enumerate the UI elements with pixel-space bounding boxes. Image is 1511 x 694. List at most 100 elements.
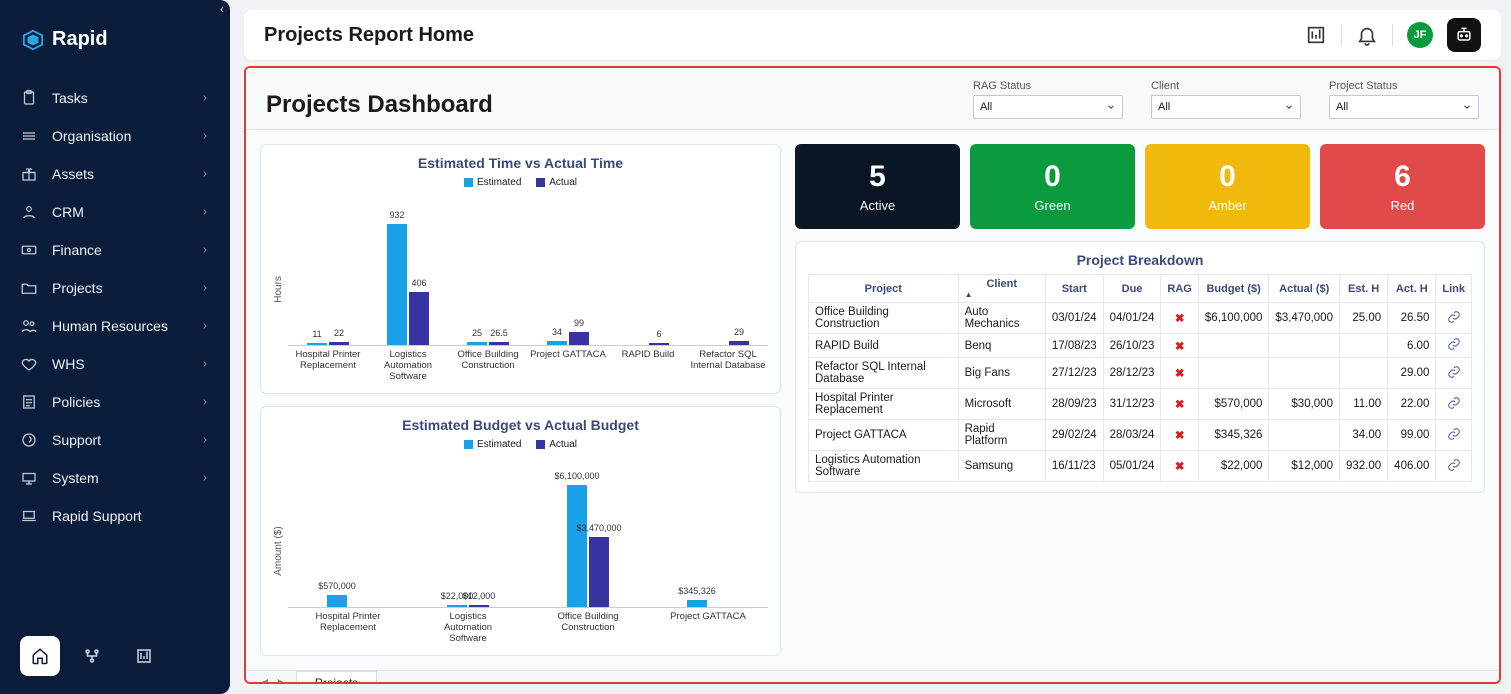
row-link-icon[interactable] [1436, 303, 1472, 334]
sidebar-item-label: CRM [52, 204, 186, 220]
table-header-start[interactable]: Start [1045, 275, 1103, 303]
dashboard-title: Projects Dashboard [266, 91, 493, 119]
table-header-due[interactable]: Due [1103, 275, 1161, 303]
sidebar-item-label: Finance [52, 242, 186, 258]
x-axis-label: Logistics Automation Software [428, 612, 508, 645]
row-link-icon[interactable] [1436, 358, 1472, 389]
sidebar-item-rapid-support[interactable]: Rapid Support [0, 497, 230, 535]
legend-actual: Actual [536, 177, 577, 188]
table-row[interactable]: Logistics Automation Software Samsung 16… [809, 451, 1472, 482]
filter-rag-status[interactable]: All [973, 95, 1123, 119]
project-breakdown-card: Project Breakdown ProjectClient▲StartDue… [795, 241, 1485, 493]
sidebar-item-policies[interactable]: Policies [0, 383, 230, 421]
row-link-icon[interactable] [1436, 420, 1472, 451]
chevron-down-icon [1284, 102, 1294, 112]
table-row[interactable]: Hospital Printer Replacement Microsoft 2… [809, 389, 1472, 420]
sidebar-item-whs[interactable]: WHS [0, 345, 230, 383]
tab-prev-button[interactable]: ◄ [260, 677, 270, 684]
stat-tile-amber[interactable]: 0 Amber [1145, 144, 1310, 229]
filter-client[interactable]: All [1151, 95, 1301, 119]
sidebar-footer [0, 618, 230, 694]
chart-title: Estimated Time vs Actual Time [273, 155, 768, 171]
bell-icon[interactable] [1356, 24, 1378, 46]
sidebar-item-projects[interactable]: Projects [0, 269, 230, 307]
tab-next-button[interactable]: ► [276, 677, 286, 684]
sidebar-item-label: System [52, 470, 186, 486]
filter-value: All [1158, 101, 1170, 113]
rag-status-icon: ✖ [1161, 334, 1198, 358]
table-row[interactable]: Office Building Construction Auto Mechan… [809, 303, 1472, 334]
table-header-est-h[interactable]: Est. H [1339, 275, 1387, 303]
main-area: Projects Report Home JF Projects Dashboa… [230, 0, 1511, 694]
bar-group: $6,100,000 $3,470,000 [567, 485, 609, 607]
sidebar-item-support[interactable]: Support [0, 421, 230, 459]
sidebar-item-system[interactable]: System [0, 459, 230, 497]
sidebar-item-tasks[interactable]: Tasks [0, 79, 230, 117]
bar-estimated: 932 [387, 224, 407, 345]
sidebar-collapse-button[interactable]: ‹ [220, 2, 224, 16]
assistant-button[interactable] [1447, 18, 1481, 52]
tile-label: Active [795, 198, 960, 213]
brand-logo[interactable]: Rapid [0, 18, 230, 79]
filter-value: All [980, 101, 992, 113]
hierarchy-view-button[interactable] [72, 636, 112, 676]
tile-label: Red [1320, 198, 1485, 213]
table-header-link[interactable]: Link [1436, 275, 1472, 303]
row-link-icon[interactable] [1436, 451, 1472, 482]
x-axis-label: Hospital Printer Replacement [308, 612, 388, 645]
y-axis-label: Hours [273, 196, 284, 383]
rag-status-icon: ✖ [1161, 358, 1198, 389]
table-header-rag[interactable]: RAG [1161, 275, 1198, 303]
table-header-project[interactable]: Project [809, 275, 959, 303]
chevron-right-icon [200, 169, 210, 179]
filter-project-status[interactable]: All [1329, 95, 1479, 119]
row-link-icon[interactable] [1436, 334, 1472, 358]
sidebar-item-human-resources[interactable]: Human Resources [0, 307, 230, 345]
home-view-button[interactable] [20, 636, 60, 676]
tile-value: 5 [795, 160, 960, 194]
sidebar-item-label: Human Resources [52, 318, 186, 334]
filter-label: Project Status [1329, 80, 1479, 92]
table-header-client[interactable]: Client▲ [958, 275, 1045, 303]
bar-group: 25 26.5 [467, 342, 509, 345]
sidebar-item-organisation[interactable]: Organisation [0, 117, 230, 155]
chevron-right-icon [200, 283, 210, 293]
clipboard-icon [20, 89, 38, 107]
rag-status-icon: ✖ [1161, 389, 1198, 420]
stat-tile-active[interactable]: 5 Active [795, 144, 960, 229]
sidebar-item-assets[interactable]: Assets [0, 155, 230, 193]
system-icon [20, 469, 38, 487]
filter-value: All [1336, 101, 1348, 113]
report-view-button[interactable] [124, 636, 164, 676]
bar-actual: 6 [649, 343, 669, 345]
sidebar-item-label: Assets [52, 166, 186, 182]
x-axis-label: Refactor SQL Internal Database [688, 350, 768, 383]
legend-actual: Actual [536, 439, 577, 450]
brand-name: Rapid [52, 28, 108, 51]
filter-label: Client [1151, 80, 1301, 92]
bottom-tabs: ◄ ► Projects [246, 670, 1499, 684]
sidebar-item-label: WHS [52, 356, 186, 372]
table-header-budget-[interactable]: Budget ($) [1198, 275, 1269, 303]
tab-projects[interactable]: Projects [296, 671, 377, 684]
sidebar-item-finance[interactable]: Finance [0, 231, 230, 269]
x-axis-label: RAPID Build [608, 350, 688, 383]
table-row[interactable]: RAPID Build Benq 17/08/23 26/10/23 ✖ 6.0… [809, 334, 1472, 358]
table-header-act-h[interactable]: Act. H [1388, 275, 1436, 303]
table-row[interactable]: Refactor SQL Internal Database Big Fans … [809, 358, 1472, 389]
stat-tile-green[interactable]: 0 Green [970, 144, 1135, 229]
row-link-icon[interactable] [1436, 389, 1472, 420]
sidebar: ‹ Rapid Tasks Organisation Assets CRM Fi… [0, 0, 230, 694]
bar-estimated: $345,326 [687, 600, 707, 607]
x-axis-label: Logistics Automation Software [368, 350, 448, 383]
sidebar-item-label: Rapid Support [52, 508, 210, 524]
dashboard-frame: Projects Dashboard RAG Status All Client… [244, 66, 1501, 684]
user-avatar[interactable]: JF [1407, 22, 1433, 48]
sidebar-item-crm[interactable]: CRM [0, 193, 230, 231]
bar-actual: 29 [729, 341, 749, 345]
report-icon[interactable] [1305, 24, 1327, 46]
chevron-right-icon [200, 93, 210, 103]
table-row[interactable]: Project GATTACA Rapid Platform 29/02/24 … [809, 420, 1472, 451]
stat-tile-red[interactable]: 6 Red [1320, 144, 1485, 229]
table-header-actual-[interactable]: Actual ($) [1269, 275, 1340, 303]
